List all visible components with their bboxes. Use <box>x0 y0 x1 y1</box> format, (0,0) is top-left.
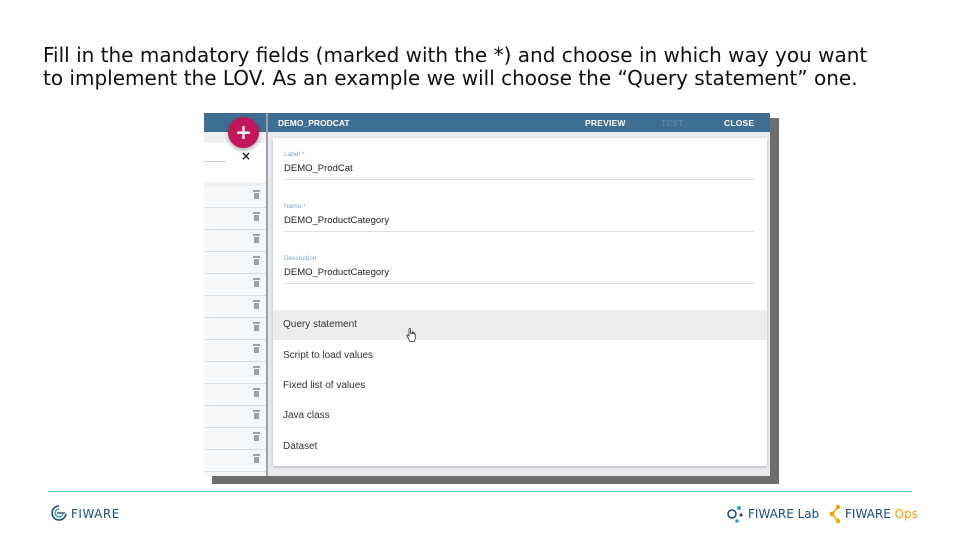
option-label: Query statement <box>283 319 357 330</box>
option-java-class[interactable]: Java class <box>273 401 767 431</box>
list-item[interactable] <box>204 406 266 428</box>
fiware-swirl-icon <box>51 505 67 521</box>
trash-icon[interactable] <box>253 300 260 309</box>
list-item[interactable] <box>204 362 266 384</box>
trash-icon[interactable] <box>253 388 260 397</box>
name-field-label: Name * <box>284 203 306 210</box>
name-field-value[interactable]: DEMO_ProductCategory <box>284 215 389 226</box>
label-field-label: Label * <box>284 151 305 158</box>
option-label: Script to load values <box>283 350 374 361</box>
instruction-line-1: Fill in the mandatory fields (marked wit… <box>43 43 868 67</box>
description-field-label: Description <box>284 255 317 262</box>
trash-icon[interactable] <box>253 190 260 199</box>
list-item[interactable] <box>204 296 266 318</box>
list-item[interactable] <box>204 450 266 472</box>
fiware-lab-logo: FIWARE Lab <box>726 504 819 528</box>
label-field[interactable]: Label * DEMO_ProdCat <box>284 151 755 180</box>
fiware-lab-dots-icon <box>727 506 743 523</box>
trash-icon[interactable] <box>253 410 260 419</box>
trash-icon[interactable] <box>253 432 260 441</box>
fiware-ops-brand: FIWARE <box>845 507 891 521</box>
option-script-to-load-values[interactable]: Script to load values <box>273 341 767 371</box>
description-field[interactable]: Description DEMO_ProductCategory <box>284 255 755 284</box>
add-lov-button[interactable]: + <box>228 117 259 148</box>
list-item[interactable] <box>204 428 266 450</box>
instruction-line-2: to implement the LOV. As an example we w… <box>43 66 858 90</box>
preview-button[interactable]: PREVIEW <box>585 118 626 128</box>
description-field-value[interactable]: DEMO_ProductCategory <box>284 267 389 278</box>
option-dataset[interactable]: Dataset <box>273 432 767 462</box>
trash-icon[interactable] <box>253 322 260 331</box>
fiware-logo-text: FIWARE <box>71 507 120 521</box>
option-query-statement[interactable]: Query statement <box>273 310 767 340</box>
fiware-logo: FIWARE <box>50 505 119 523</box>
label-field-value[interactable]: DEMO_ProdCat <box>284 163 353 174</box>
option-fixed-list-of-values[interactable]: Fixed list of values <box>273 371 767 401</box>
clear-search-icon[interactable]: × <box>241 149 251 163</box>
list-rows <box>204 186 266 476</box>
fiware-ops-text: FIWARE Ops <box>845 507 918 521</box>
list-item[interactable] <box>204 274 266 296</box>
fiware-ops-logo: FIWARE Ops <box>828 504 918 528</box>
close-button[interactable]: CLOSE <box>724 118 754 128</box>
lov-list-panel: × <box>204 113 266 476</box>
list-item[interactable] <box>204 384 266 406</box>
list-item[interactable] <box>204 230 266 252</box>
trash-icon[interactable] <box>253 234 260 243</box>
hand-cursor-icon <box>406 328 416 342</box>
list-item[interactable] <box>204 340 266 362</box>
trash-icon[interactable] <box>253 278 260 287</box>
fiware-lab-text: FIWARE Lab <box>748 507 820 521</box>
list-search[interactable]: × <box>204 143 266 182</box>
instruction-text: Fill in the mandatory fields (marked wit… <box>43 44 943 90</box>
list-item[interactable] <box>204 318 266 340</box>
trash-icon[interactable] <box>253 212 260 221</box>
trash-icon[interactable] <box>253 366 260 375</box>
list-item[interactable] <box>204 472 266 476</box>
footer-divider <box>48 491 912 492</box>
list-item[interactable] <box>204 186 266 208</box>
test-button[interactable]: TEST <box>661 118 684 128</box>
trash-icon[interactable] <box>253 344 260 353</box>
trash-icon[interactable] <box>253 454 260 463</box>
name-field[interactable]: Name * DEMO_ProductCategory <box>284 203 755 232</box>
lov-title: DEMO_PRODCAT <box>278 118 350 128</box>
fiware-ops-network-icon <box>829 504 841 524</box>
option-label: Dataset <box>283 441 318 452</box>
search-input-underline <box>204 161 226 162</box>
lov-type-dropdown: Query statement Script to load values Fi… <box>273 306 767 466</box>
fiware-ops-suffix: Ops <box>894 507 918 521</box>
option-label: Fixed list of values <box>283 380 366 391</box>
option-label: Java class <box>283 410 330 421</box>
list-item[interactable] <box>204 208 266 230</box>
detail-toolbar: DEMO_PRODCAT PREVIEW TEST CLOSE <box>268 113 770 132</box>
trash-icon[interactable] <box>253 256 260 265</box>
list-item[interactable] <box>204 252 266 274</box>
